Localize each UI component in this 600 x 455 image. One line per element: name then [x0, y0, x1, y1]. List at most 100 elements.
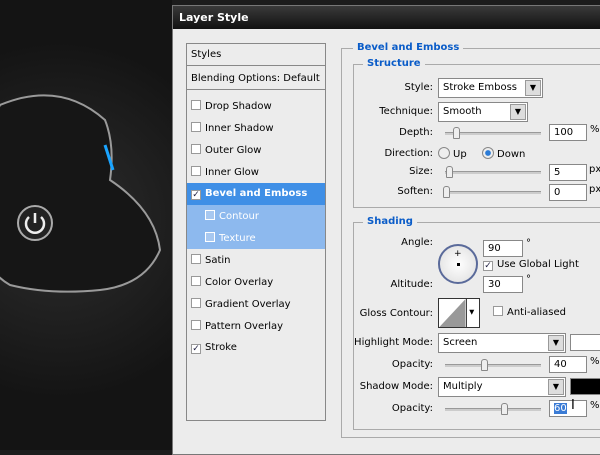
style-item-label: Satin — [205, 255, 231, 266]
dialog-title: Layer Style — [173, 6, 600, 29]
checkmark-icon[interactable]: ✓ — [191, 190, 201, 200]
checkbox-icon[interactable] — [191, 144, 201, 154]
checkbox-icon[interactable] — [191, 254, 201, 264]
bevel-title: Bevel and Emboss — [353, 42, 464, 53]
style-item-outer-glow[interactable]: Outer Glow — [187, 139, 325, 161]
slider-thumb[interactable] — [453, 127, 460, 139]
style-item-color-overlay[interactable]: Color Overlay — [187, 271, 325, 293]
style-item-inner-glow[interactable]: Inner Glow — [187, 161, 325, 183]
highlight-opacity-input[interactable]: 40 — [549, 356, 587, 373]
style-item-satin[interactable]: Satin — [187, 249, 325, 271]
style-item-label: Contour — [219, 211, 259, 222]
chevron-down-icon: ▼ — [510, 104, 526, 120]
size-unit: px — [589, 164, 600, 175]
technique-select[interactable]: Smooth ▼ — [438, 102, 528, 122]
power-button-artwork — [0, 94, 162, 293]
depth-slider[interactable] — [445, 127, 541, 139]
style-item-bevel-and-emboss[interactable]: ✓ Bevel and Emboss — [187, 183, 325, 205]
style-label: Style: — [404, 82, 434, 93]
soften-input[interactable]: 0 — [549, 184, 587, 201]
style-item-label: Outer Glow — [205, 145, 262, 156]
gloss-contour-picker[interactable]: ▼ — [438, 298, 480, 328]
technique-value: Smooth — [443, 106, 482, 117]
radio-icon — [438, 147, 450, 159]
shadow-opacity-slider[interactable] — [445, 403, 541, 415]
chevron-down-icon: ▼ — [525, 80, 541, 96]
style-item-label: Color Overlay — [205, 277, 274, 288]
angle-dial[interactable]: + — [438, 244, 478, 284]
soften-label: Soften: — [397, 186, 433, 197]
anti-aliased-checkbox[interactable]: Anti-aliased — [493, 306, 566, 318]
radio-selected-icon — [482, 147, 494, 159]
checkbox-icon — [493, 306, 503, 316]
gloss-contour-label: Gloss Contour: — [359, 308, 433, 319]
depth-unit: % — [590, 124, 600, 135]
highlight-opacity-slider[interactable] — [445, 359, 541, 371]
checkbox-icon[interactable] — [191, 166, 201, 176]
anti-aliased-label: Anti-aliased — [507, 307, 567, 318]
checkbox-icon[interactable] — [205, 232, 215, 242]
highlight-color-swatch[interactable] — [570, 334, 600, 351]
soften-unit: px — [589, 184, 600, 195]
checkbox-icon[interactable] — [191, 320, 201, 330]
shading-title: Shading — [363, 216, 417, 227]
highlight-opacity-label: Opacity: — [391, 359, 433, 370]
svg-text:▼: ▼ — [469, 308, 474, 316]
angle-degree: ° — [526, 238, 531, 249]
dial-center — [457, 263, 460, 266]
styles-header[interactable]: Styles — [187, 44, 325, 66]
altitude-input[interactable]: 30 — [483, 276, 523, 293]
highlight-mode-value: Screen — [443, 337, 478, 348]
shadow-mode-select[interactable]: Multiply ▼ — [438, 377, 566, 397]
slider-thumb[interactable] — [501, 403, 508, 415]
blending-options[interactable]: Blending Options: Default — [187, 68, 325, 90]
size-slider[interactable] — [445, 166, 541, 178]
slider-thumb[interactable] — [443, 186, 450, 198]
shadow-mode-value: Multiply — [443, 381, 483, 392]
direction-label: Direction: — [384, 148, 433, 159]
style-select[interactable]: Stroke Emboss ▼ — [438, 78, 543, 98]
style-item-label: Texture — [219, 233, 256, 244]
size-input[interactable]: 5 — [549, 164, 587, 181]
technique-label: Technique: — [379, 106, 433, 117]
checkbox-icon[interactable] — [191, 276, 201, 286]
selected-text: 60 — [554, 403, 567, 414]
style-item-texture[interactable]: Texture — [187, 227, 325, 249]
use-global-light-checkbox[interactable]: ✓ Use Global Light — [483, 259, 579, 271]
checkmark-icon: ✓ — [483, 261, 493, 271]
shadow-opacity-label: Opacity: — [391, 403, 433, 414]
highlight-mode-select[interactable]: Screen ▼ — [438, 333, 566, 353]
style-item-inner-shadow[interactable]: Inner Shadow — [187, 117, 325, 139]
checkbox-icon[interactable] — [191, 100, 201, 110]
depth-input[interactable]: 100 — [549, 124, 587, 141]
slider-thumb[interactable] — [481, 359, 488, 371]
global-light-label: Use Global Light — [497, 259, 579, 270]
shadow-color-swatch[interactable] — [570, 378, 600, 395]
style-item-gradient-overlay[interactable]: Gradient Overlay — [187, 293, 325, 315]
slider-thumb[interactable] — [446, 166, 453, 178]
checkbox-icon[interactable] — [205, 210, 215, 220]
checkbox-icon[interactable] — [191, 122, 201, 132]
up-label: Up — [453, 149, 467, 160]
structure-title: Structure — [363, 58, 425, 69]
angle-input[interactable]: 90 — [483, 240, 523, 257]
style-item-label: Pattern Overlay — [205, 321, 284, 332]
style-item-label: Inner Glow — [205, 167, 259, 178]
shadow-opacity-input[interactable]: 60 — [549, 400, 587, 417]
style-item-drop-shadow[interactable]: Drop Shadow — [187, 95, 325, 117]
layer-style-dialog: Layer Style Styles Blending Options: Def… — [172, 5, 600, 455]
style-item-contour[interactable]: Contour — [187, 205, 325, 227]
soften-slider[interactable] — [443, 186, 541, 198]
checkbox-icon[interactable] — [191, 298, 201, 308]
shadow-opacity-unit: % — [590, 400, 600, 411]
direction-up-radio[interactable]: Up — [438, 147, 467, 160]
altitude-degree: ° — [526, 274, 531, 285]
checkmark-icon[interactable]: ✓ — [191, 344, 201, 354]
style-item-stroke[interactable]: ✓ Stroke — [187, 337, 325, 359]
direction-down-radio[interactable]: Down — [482, 147, 525, 160]
angle-label: Angle: — [401, 237, 433, 248]
highlight-opacity-unit: % — [590, 356, 600, 367]
shadow-mode-label: Shadow Mode: — [359, 381, 433, 392]
style-item-label: Gradient Overlay — [205, 299, 291, 310]
style-item-pattern-overlay[interactable]: Pattern Overlay — [187, 315, 325, 337]
